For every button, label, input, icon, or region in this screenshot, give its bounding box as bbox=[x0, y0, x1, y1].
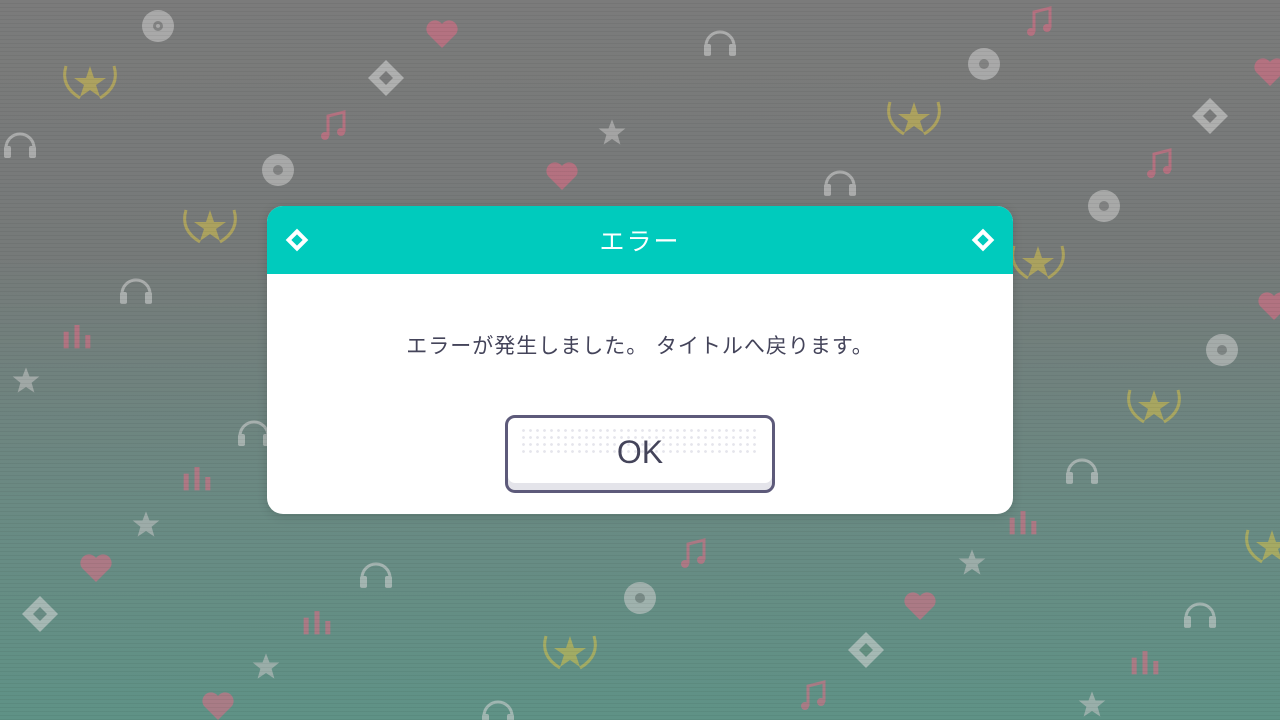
music-note-icon bbox=[794, 676, 834, 716]
wreath-star-icon bbox=[1006, 236, 1070, 284]
wreath-star-icon bbox=[1240, 520, 1280, 568]
heart-icon bbox=[1254, 286, 1280, 326]
diamond-ornament-icon bbox=[285, 228, 309, 252]
wreath-star-icon bbox=[1122, 380, 1186, 428]
disc-icon bbox=[1084, 186, 1124, 226]
music-note-icon bbox=[1020, 2, 1060, 42]
headphones-icon bbox=[356, 552, 396, 592]
heart-icon bbox=[198, 686, 238, 720]
diamond-ornament-icon bbox=[971, 228, 995, 252]
equalizer-icon bbox=[60, 320, 94, 350]
equalizer-icon bbox=[1006, 506, 1040, 536]
heart-icon bbox=[542, 156, 582, 196]
wreath-star-icon bbox=[178, 200, 242, 248]
music-note-icon bbox=[1140, 144, 1180, 184]
heart-icon bbox=[900, 586, 940, 626]
equalizer-icon bbox=[300, 606, 334, 636]
headphones-icon bbox=[116, 268, 156, 308]
disc-icon bbox=[1202, 330, 1242, 370]
equalizer-icon bbox=[180, 462, 214, 492]
music-note-icon bbox=[314, 106, 354, 146]
diamond-icon bbox=[846, 630, 886, 670]
wreath-star-icon bbox=[882, 92, 946, 140]
dialog-message: エラーが発生しました。 タイトルへ戻ります。 bbox=[406, 334, 874, 358]
ok-button-label: OK bbox=[616, 433, 664, 470]
headphones-icon bbox=[700, 20, 740, 60]
wreath-star-icon bbox=[538, 626, 602, 674]
disc-icon bbox=[620, 578, 660, 618]
disc-icon bbox=[258, 150, 298, 190]
star-icon bbox=[12, 366, 40, 394]
diamond-icon bbox=[20, 594, 60, 634]
star-icon bbox=[958, 548, 986, 576]
headphones-icon bbox=[820, 160, 860, 200]
heart-icon bbox=[76, 548, 116, 588]
diamond-icon bbox=[366, 58, 406, 98]
music-note-icon bbox=[674, 534, 714, 574]
disc-icon bbox=[964, 44, 1004, 84]
star-icon bbox=[1078, 690, 1106, 718]
dialog-header: エラー bbox=[267, 206, 1013, 274]
ok-button[interactable]: OK bbox=[505, 415, 775, 493]
error-dialog: エラー エラーが発生しました。 タイトルへ戻ります。 OK bbox=[267, 206, 1013, 514]
heart-icon bbox=[422, 14, 462, 54]
equalizer-icon bbox=[1128, 646, 1162, 676]
headphones-icon bbox=[478, 690, 518, 720]
dialog-title: エラー bbox=[599, 227, 681, 256]
star-icon bbox=[252, 652, 280, 680]
headphones-icon bbox=[1062, 448, 1102, 488]
heart-icon bbox=[1250, 52, 1280, 92]
star-icon bbox=[132, 510, 160, 538]
star-icon bbox=[598, 118, 626, 146]
headphones-icon bbox=[1180, 592, 1220, 632]
wreath-star-icon bbox=[58, 56, 122, 104]
disc-icon bbox=[138, 6, 178, 46]
diamond-icon bbox=[1190, 96, 1230, 136]
headphones-icon bbox=[0, 122, 40, 162]
